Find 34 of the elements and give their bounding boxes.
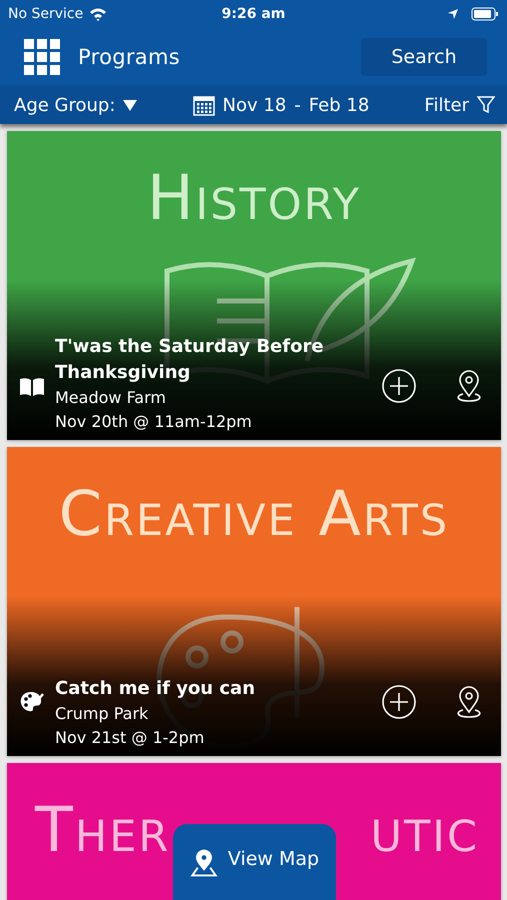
category-banner-title: Creative Arts [58, 477, 450, 550]
category-banner-fragment: utic [370, 793, 479, 866]
view-map-button[interactable]: View Map [173, 824, 336, 900]
category-banner-title: History [146, 161, 362, 234]
carrier-label: No Service [8, 6, 84, 22]
palette-icon [19, 690, 45, 714]
menu-grid-icon[interactable] [24, 39, 60, 75]
program-card[interactable]: History T'was the Saturday Before Thanksgiving Meadow Farm Nov 20th @ 11am-12pm [7, 131, 501, 440]
date-to[interactable]: Feb 18 [308, 94, 370, 116]
page-title: Programs [78, 45, 181, 69]
program-time: Nov 21st @ 1-2pm [55, 727, 206, 749]
program-location: Meadow Farm [55, 387, 167, 409]
book-icon [19, 376, 45, 398]
category-banner-fragment: Ther [35, 793, 170, 866]
map-pin-icon [190, 848, 218, 878]
search-button[interactable]: Search [361, 38, 487, 76]
program-title: T'was the Saturday Before Thanksgiving [55, 335, 325, 385]
dropdown-caret-icon [123, 99, 138, 111]
filter-icon [477, 96, 495, 114]
clock-time: 9:26 am [222, 6, 286, 22]
battery-icon [471, 7, 499, 21]
location-arrow-icon [447, 8, 459, 20]
wifi-icon [89, 7, 108, 21]
program-title: Catch me if you can [55, 677, 256, 701]
program-card[interactable]: Creative Arts Catch me if you can Crump Park Nov 21st @ 1-2pm [7, 447, 501, 756]
date-separator: - [294, 94, 301, 116]
calendar-icon[interactable] [192, 94, 215, 116]
program-location: Crump Park [55, 703, 150, 725]
date-from[interactable]: Nov 18 [222, 94, 286, 116]
age-group-dropdown[interactable]: Age Group: [14, 94, 138, 116]
filter-button[interactable]: Filter [424, 94, 495, 116]
add-button[interactable] [381, 368, 417, 404]
program-time: Nov 20th @ 11am-12pm [55, 411, 253, 433]
add-button[interactable] [381, 684, 417, 720]
